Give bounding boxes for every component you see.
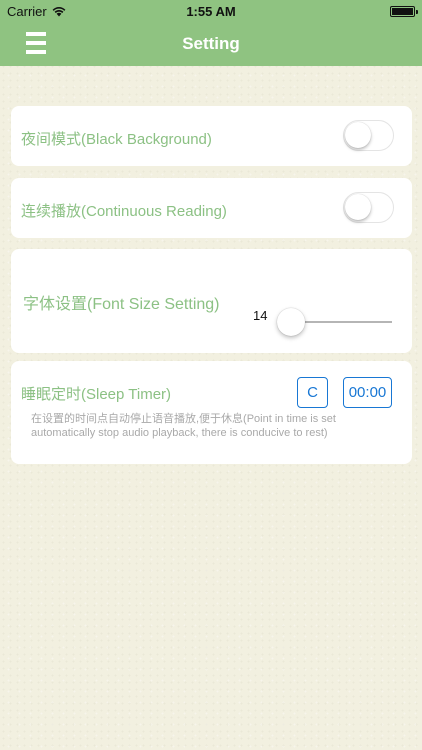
sleep-timer-description: 在设置的时间点自动停止语音播放,便于休息(Point in time is se… (31, 413, 336, 439)
battery-icon (390, 6, 418, 17)
font-size-slider-thumb[interactable] (277, 308, 305, 336)
sleep-timer-card: 睡眠定时(Sleep Timer) C 00:00 在设置的时间点自动停止语音播… (11, 361, 412, 464)
toggle-knob (345, 122, 371, 148)
font-size-slider-track[interactable] (290, 321, 392, 323)
continuous-play-label: 连续播放(Continuous Reading) (21, 203, 227, 220)
night-mode-card: 夜间模式(Black Background) (11, 106, 412, 166)
continuous-play-toggle[interactable] (343, 192, 394, 223)
sleep-timer-time-button[interactable]: 00:00 (343, 377, 392, 408)
battery-fill (392, 8, 413, 15)
font-size-label: 字体设置(Font Size Setting) (23, 296, 220, 313)
page-title: Setting (182, 34, 240, 53)
font-size-value: 14 (253, 308, 268, 323)
font-size-card: 字体设置(Font Size Setting) 14 (11, 249, 412, 353)
night-mode-label: 夜间模式(Black Background) (21, 131, 212, 148)
status-bar: Carrier 1:55 AM (0, 0, 422, 22)
sleep-timer-cancel-button[interactable]: C (297, 377, 328, 408)
status-time: 1:55 AM (186, 4, 236, 19)
night-mode-toggle[interactable] (343, 120, 394, 151)
continuous-play-card: 连续播放(Continuous Reading) (11, 178, 412, 238)
sleep-timer-label: 睡眠定时(Sleep Timer) (21, 386, 172, 403)
nav-bar: Setting (0, 22, 422, 66)
toggle-knob (345, 194, 371, 220)
